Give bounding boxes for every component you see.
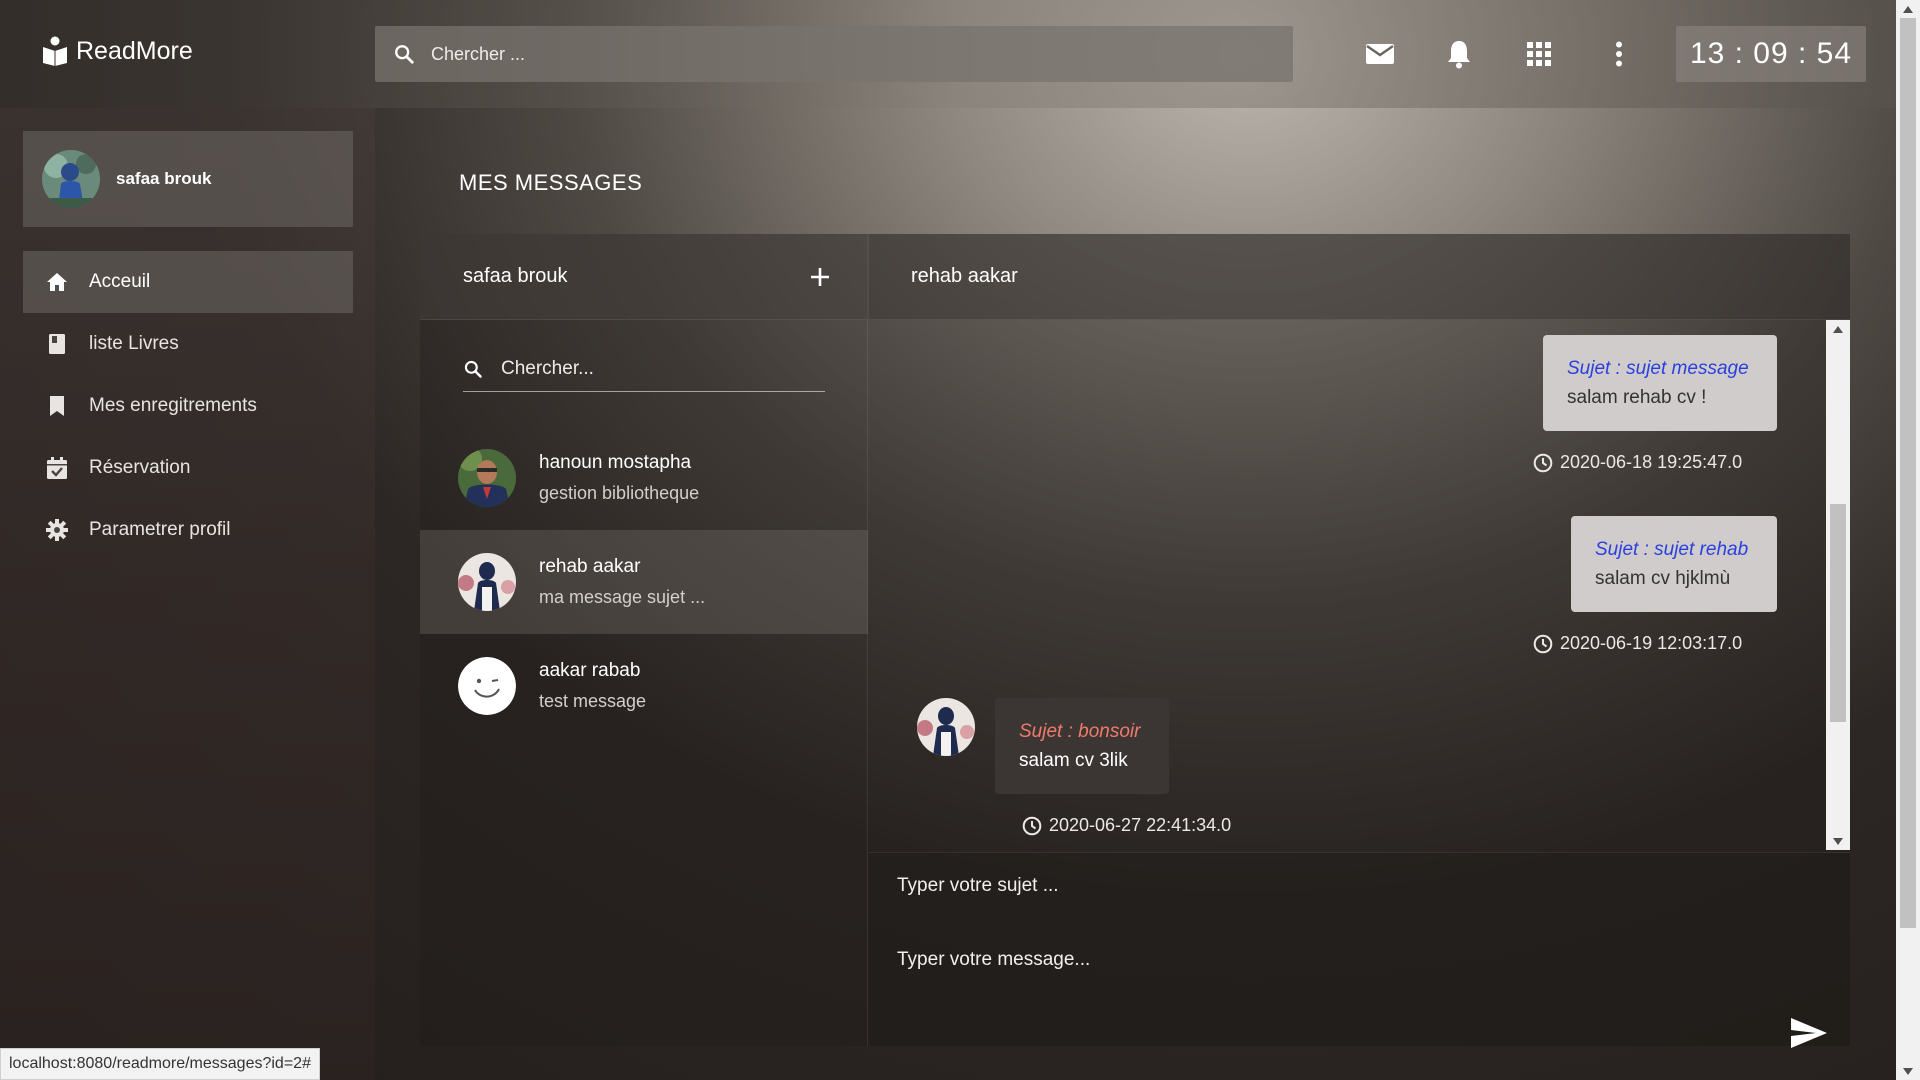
plus-icon — [811, 268, 829, 286]
app-name: ReadMore — [76, 36, 193, 65]
search-icon — [395, 45, 414, 64]
message-subject: Sujet : sujet rehab — [1595, 538, 1749, 560]
send-button[interactable] — [1787, 1013, 1831, 1053]
sidebar-item-label: Mes enregitrements — [89, 395, 257, 416]
new-conversation-button[interactable] — [802, 259, 838, 295]
message-timestamp: 2020-06-18 19:25:47.0 — [1533, 452, 1742, 473]
profile-card[interactable]: safaa brouk — [23, 131, 353, 227]
profile-name: safaa brouk — [116, 169, 212, 188]
messages-panel: safaa brouk Chercher... hanoun mostapha … — [420, 234, 1850, 1048]
conversation-column: safaa brouk Chercher... hanoun mostapha … — [420, 234, 868, 1046]
calendar-check-icon — [43, 456, 71, 480]
message-body: salam cv hjklmù — [1595, 567, 1731, 589]
search-icon — [464, 360, 482, 378]
app-logo[interactable]: ReadMore — [42, 36, 193, 66]
conversation-name: hanoun mostapha — [539, 452, 692, 473]
global-search — [375, 26, 1293, 82]
sidebar-item-mes-enregitrements[interactable]: Mes enregitrements — [23, 375, 353, 437]
book-icon — [43, 333, 71, 355]
clock-display: 13 : 09 : 54 — [1676, 26, 1866, 82]
sidebar-item-label: Parametrer profil — [89, 519, 231, 540]
avatar — [917, 698, 975, 756]
reader-logo-icon — [43, 36, 67, 66]
home-icon — [43, 272, 71, 292]
message-body: salam rehab cv ! — [1567, 386, 1707, 408]
sidebar-nav: Acceuil liste Livres Mes enregitrements … — [23, 251, 353, 561]
message-body: salam cv 3lik — [1019, 749, 1128, 771]
scrollbar-thumb[interactable] — [1900, 18, 1916, 928]
conversation-preview: gestion bibliotheque — [539, 483, 700, 503]
conversation-item[interactable]: hanoun mostapha gestion bibliotheque — [420, 426, 868, 530]
message-subject: Sujet : sujet message — [1567, 357, 1749, 379]
sidebar-item-reservation[interactable]: Réservation — [23, 437, 353, 499]
conversation-search-input[interactable] — [501, 357, 801, 380]
message-time: 2020-06-18 19:25:47.0 — [1560, 452, 1743, 472]
sidebar: safaa brouk Acceuil liste Livres Mes enr… — [0, 108, 375, 1080]
conversation-preview: test message — [539, 691, 647, 711]
message-subject: Sujet : bonsoir — [1019, 720, 1141, 742]
bookmark-icon — [43, 395, 71, 417]
scrollbar-thumb[interactable] — [1830, 504, 1846, 722]
avatar — [42, 150, 100, 208]
scroll-up-arrow-icon[interactable] — [1896, 0, 1920, 18]
send-icon — [1791, 1018, 1827, 1048]
sidebar-item-liste-livres[interactable]: liste Livres — [23, 313, 353, 375]
conversation-item[interactable]: aakar rabab test message — [420, 634, 868, 738]
sidebar-item-label: liste Livres — [89, 333, 179, 354]
bell-icon[interactable] — [1443, 38, 1475, 70]
sidebar-item-label: Acceuil — [89, 271, 151, 292]
avatar — [458, 657, 516, 715]
message-timestamp: 2020-06-27 22:41:34.0 — [1022, 815, 1231, 836]
window-scrollbar[interactable] — [1896, 0, 1920, 1080]
mail-icon[interactable] — [1364, 38, 1396, 70]
conversation-name: aakar rabab — [539, 660, 641, 681]
conversation-preview: ma message sujet ... — [539, 587, 706, 607]
chat-column: rehab aakar Sujet : sujet message salam … — [869, 234, 1850, 1048]
global-search-input[interactable] — [431, 43, 1251, 65]
scroll-down-arrow-icon[interactable] — [1896, 1062, 1920, 1080]
message-bubble-received: Sujet : bonsoir salam cv 3lik — [995, 698, 1169, 794]
chat-contact-name: rehab aakar — [911, 265, 1018, 287]
thread-scrollbar[interactable] — [1826, 320, 1850, 850]
more-vert-icon[interactable] — [1603, 38, 1635, 70]
conversation-item[interactable]: rehab aakar ma message sujet ... — [420, 530, 868, 634]
conversation-search — [463, 346, 825, 392]
clock-icon — [1533, 634, 1553, 653]
gear-icon — [43, 519, 71, 541]
avatar — [458, 449, 516, 507]
clock-icon — [1022, 816, 1042, 835]
page-title: MES MESSAGES — [459, 170, 643, 195]
status-bar-url: localhost:8080/readmore/messages?id=2# — [0, 1048, 320, 1080]
conversation-owner: safaa brouk — [463, 265, 568, 287]
avatar — [458, 553, 516, 611]
sidebar-item-acceuil[interactable]: Acceuil — [23, 251, 353, 313]
message-bubble-sent: Sujet : sujet rehab salam cv hjklmù — [1571, 516, 1777, 612]
message-time: 2020-06-19 12:03:17.0 — [1560, 633, 1743, 653]
top-bar: ReadMore 13 : 09 : 54 — [0, 0, 1896, 108]
scroll-down-arrow-icon[interactable] — [1826, 832, 1850, 850]
message-input[interactable] — [897, 949, 1737, 1009]
conversation-header: safaa brouk — [420, 234, 868, 320]
message-bubble-sent: Sujet : sujet message salam rehab cv ! — [1543, 335, 1777, 431]
message-thread: Sujet : sujet message salam rehab cv ! 2… — [869, 320, 1826, 850]
subject-input[interactable] — [897, 871, 1777, 901]
message-composer — [869, 852, 1850, 1048]
sidebar-item-label: Réservation — [89, 457, 191, 478]
scroll-up-arrow-icon[interactable] — [1826, 320, 1850, 338]
clock-icon — [1533, 453, 1553, 472]
message-time: 2020-06-27 22:41:34.0 — [1049, 815, 1232, 835]
message-timestamp: 2020-06-19 12:03:17.0 — [1533, 633, 1742, 654]
sidebar-item-parametrer-profil[interactable]: Parametrer profil — [23, 499, 353, 561]
apps-grid-icon[interactable] — [1523, 38, 1555, 70]
conversation-name: rehab aakar — [539, 556, 641, 577]
chat-header: rehab aakar — [869, 234, 1850, 320]
